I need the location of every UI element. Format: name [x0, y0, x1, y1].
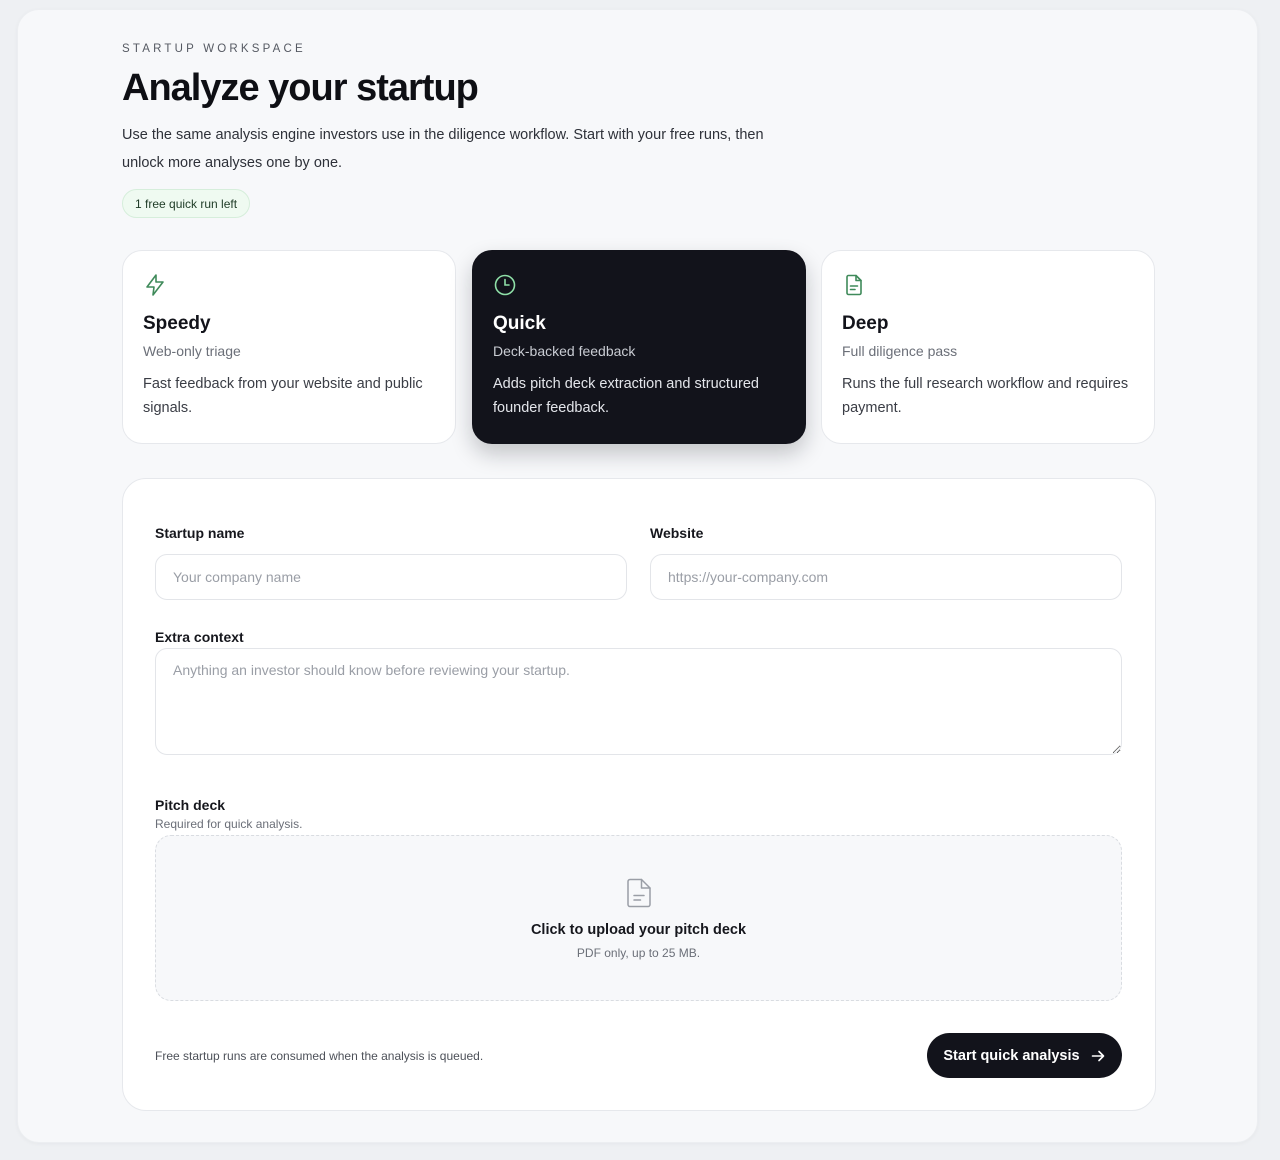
mode-description: Fast feedback from your website and publ… [143, 376, 423, 416]
start-analysis-button[interactable]: Start quick analysis [927, 1033, 1122, 1078]
file-upload-icon [627, 878, 651, 908]
analysis-form: Startup name Website Extra context Pitch… [122, 478, 1156, 1111]
website-input[interactable] [650, 554, 1122, 600]
mode-description: Adds pitch deck extraction and structure… [493, 376, 759, 416]
workspace-panel: STARTUP WORKSPACE Analyze your startup U… [17, 9, 1258, 1143]
page-subtitle: Use the same analysis engine investors u… [122, 127, 764, 171]
mode-tagline: Web-only triage [143, 343, 241, 359]
mode-card-speedy[interactable]: Speedy Web-only triage Fast feedback fro… [122, 250, 456, 444]
start-analysis-label: Start quick analysis [943, 1047, 1080, 1064]
upload-title: Click to upload your pitch deck [530, 922, 747, 938]
website-label: Website [650, 525, 704, 541]
startup-name-input[interactable] [155, 554, 627, 600]
upload-hint: PDF only, up to 25 MB. [576, 946, 701, 960]
clock-icon [494, 274, 516, 296]
pitch-deck-label: Pitch deck [155, 797, 226, 813]
mode-description: Runs the full research workflow and requ… [842, 376, 1129, 416]
mode-name: Speedy [143, 313, 211, 334]
document-icon [846, 274, 862, 296]
pitch-deck-hint: Required for quick analysis. [155, 817, 303, 831]
mode-name: Deep [842, 313, 889, 334]
pitch-deck-dropzone[interactable]: Click to upload your pitch deck PDF only… [155, 835, 1122, 1001]
eyebrow-label: STARTUP WORKSPACE [122, 43, 306, 55]
extra-context-textarea[interactable] [155, 648, 1122, 755]
mode-name: Quick [493, 313, 546, 334]
lightning-icon [146, 274, 164, 296]
extra-context-label: Extra context [155, 629, 244, 645]
free-runs-badge: 1 free quick run left [122, 189, 251, 218]
startup-name-label: Startup name [155, 525, 245, 541]
mode-card-deep[interactable]: Deep Full diligence pass Runs the full r… [821, 250, 1155, 444]
mode-tagline: Deck-backed feedback [493, 343, 636, 359]
page-title: Analyze your startup [122, 67, 479, 109]
mode-tagline: Full diligence pass [842, 343, 958, 359]
footer-note: Free startup runs are consumed when the … [155, 1049, 484, 1063]
mode-card-quick[interactable]: Quick Deck-backed feedback Adds pitch de… [472, 250, 806, 444]
analysis-mode-selector: Speedy Web-only triage Fast feedback fro… [122, 250, 1156, 444]
arrow-right-icon [1091, 1050, 1104, 1061]
